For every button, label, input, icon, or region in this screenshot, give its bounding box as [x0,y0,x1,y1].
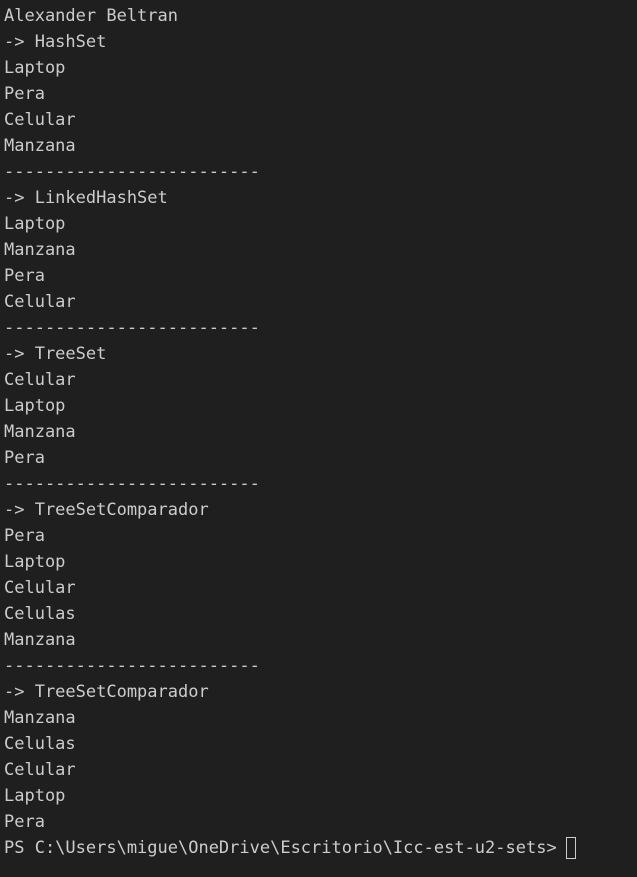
prompt-text: PS C:\Users\migue\OneDrive\Escritorio\Ic… [4,838,557,858]
command-prompt-line[interactable]: PS C:\Users\migue\OneDrive\Escritorio\Ic… [4,835,637,861]
separator-line: ------------------------- [4,474,260,494]
output-line: -> HashSet [4,32,107,52]
output-line: Celular [4,578,76,598]
cursor-icon[interactable] [565,837,576,859]
output-line: Manzana [4,708,76,728]
output-line: Laptop [4,552,66,572]
output-line: Alexander Beltran [4,6,178,26]
output-line: Laptop [4,786,66,806]
output-line: Pera [4,526,45,546]
output-line: Celulas [4,734,76,754]
output-line: Celulas [4,604,76,624]
output-line: Laptop [4,214,66,234]
output-line: Celular [4,760,76,780]
separator-line: ------------------------- [4,162,260,182]
separator-line: ------------------------- [4,656,260,676]
separator-line: ------------------------- [4,318,260,338]
output-line: Pera [4,812,45,832]
output-line: Manzana [4,240,76,260]
output-line: -> TreeSetComparador [4,682,209,702]
output-line: Laptop [4,58,66,78]
output-line: Celular [4,370,76,390]
output-line: -> LinkedHashSet [4,188,168,208]
output-line: Celular [4,110,76,130]
terminal-output: Alexander Beltran -> HashSet Laptop Pera… [0,0,637,877]
output-line: Manzana [4,136,76,156]
output-line: Manzana [4,422,76,442]
output-line: -> TreeSet [4,344,107,364]
output-line: Manzana [4,630,76,650]
output-line: -> TreeSetComparador [4,500,209,520]
output-line: Pera [4,84,45,104]
output-line: Laptop [4,396,66,416]
output-line: Celular [4,292,76,312]
output-line: Pera [4,266,45,286]
output-line: Pera [4,448,45,468]
